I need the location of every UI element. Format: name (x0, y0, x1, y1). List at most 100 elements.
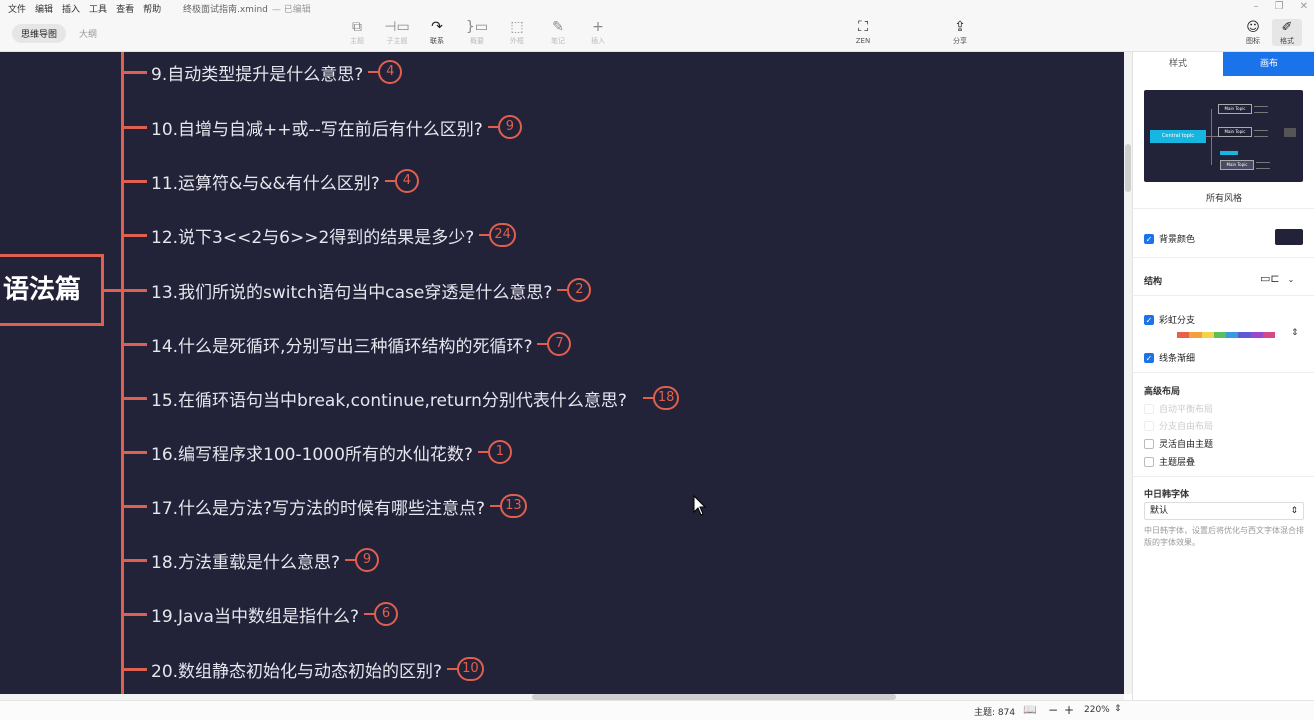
tab-style[interactable]: 样式 (1133, 52, 1223, 76)
close-icon[interactable]: ✕ (1300, 1, 1308, 12)
zoom-level[interactable]: 220% (1084, 705, 1110, 715)
vertical-scrollbar[interactable] (1124, 52, 1132, 694)
topic-node[interactable]: 20.数组静态初始化与动态初始的区别? 10 (121, 656, 484, 682)
branch-free-row: 分支自由布局 (1144, 419, 1213, 432)
tab-outline[interactable]: 大纲 (70, 24, 106, 43)
topic-count: 主题: 874 (974, 708, 1016, 718)
root-topic[interactable]: 语法篇 (0, 254, 104, 326)
topic-button[interactable]: ⧉ 主题 (339, 18, 375, 46)
count-connector (537, 343, 548, 345)
topic-connector (121, 179, 147, 183)
topic-node[interactable]: 13.我们所说的switch语句当中case穿透是什么意思? 2 (121, 277, 592, 303)
overlap-row[interactable]: 主题层叠 (1144, 455, 1195, 468)
mindmap-canvas[interactable]: 语法篇 9.自动类型提升是什么意思? 4 10.自增与自减++或--写在前后有什么… (0, 52, 1124, 694)
bg-color-row[interactable]: ✓ 背景颜色 (1144, 232, 1195, 245)
auto-balance-row: 自动平衡布局 (1144, 402, 1213, 415)
topic-node[interactable]: 18.方法重载是什么意思? 9 (121, 547, 380, 573)
collapse-count-badge[interactable]: 1 (487, 440, 512, 464)
tab-canvas[interactable]: 画布 (1223, 52, 1314, 76)
topic-node[interactable]: 14.什么是死循环,分别写出三种循环结构的死循环? 7 (121, 331, 572, 357)
topic-node[interactable]: 16.编写程序求100-1000所有的水仙花数? 1 (121, 439, 512, 465)
format-button[interactable]: ✐ 格式 (1272, 19, 1302, 46)
bg-color-checkbox[interactable]: ✓ (1144, 233, 1154, 244)
select-stepper-icon: ⇕ (1290, 506, 1298, 516)
topic-node[interactable]: 12.说下3<<2与6>>2得到的结果是多少? 24 (121, 222, 516, 248)
root-connector (103, 289, 123, 292)
topic-node[interactable]: 19.Java当中数组是指什么? 6 (121, 601, 398, 627)
topic-node[interactable]: 9.自动类型提升是什么意思? 4 (121, 59, 403, 85)
zen-button[interactable]: ⛶ ZEN (845, 18, 881, 46)
collapse-count-badge[interactable]: 13 (500, 494, 527, 518)
rainbow-palette[interactable] (1177, 332, 1275, 338)
flexible-float-row[interactable]: 灵活自由主题 (1144, 437, 1213, 450)
topic-text: 15.在循环语句当中break,continue,return分别代表什么意思? (151, 390, 627, 411)
topic-connector (121, 233, 147, 237)
rainbow-checkbox[interactable]: ✓ (1144, 314, 1154, 325)
menu-file[interactable]: 文件 (8, 2, 26, 15)
insert-button[interactable]: + 插入 (580, 18, 616, 46)
flexible-float-checkbox[interactable] (1144, 438, 1154, 449)
menu-edit[interactable]: 编辑 (35, 2, 53, 15)
file-name: 终极面试指南.xmind (183, 5, 268, 15)
topic-text: 19.Java当中数组是指什么? (151, 606, 359, 627)
bg-color-swatch[interactable] (1275, 229, 1303, 245)
all-styles-link[interactable]: 所有风格 (1133, 191, 1314, 204)
topic-node[interactable]: 11.运算符&与&&有什么区别? 4 (121, 168, 419, 194)
menu-help[interactable]: 帮助 (143, 2, 161, 15)
summary-button[interactable]: }▭ 概要 (459, 18, 495, 46)
preview-central-topic: Central topic (1150, 130, 1206, 143)
divider (1133, 372, 1314, 373)
collapse-count-badge[interactable]: 4 (394, 169, 419, 193)
cjk-font-select[interactable]: 默认 ⇕ (1144, 502, 1304, 520)
collapse-count-badge[interactable]: 7 (547, 332, 572, 356)
zoom-out-button[interactable]: − (1048, 703, 1058, 717)
share-button[interactable]: ⇪ 分享 (942, 18, 978, 46)
preview-line (1254, 106, 1268, 107)
line-taper-row[interactable]: ✓ 线条渐细 (1144, 351, 1195, 364)
menu-insert[interactable]: 插入 (62, 2, 80, 15)
cjk-font-value: 默认 (1150, 506, 1169, 516)
zoom-in-button[interactable]: + (1064, 703, 1074, 717)
collapse-count-badge[interactable]: 2 (567, 278, 592, 302)
count-connector (490, 505, 501, 507)
collapse-count-badge[interactable]: 24 (489, 223, 516, 247)
count-connector (557, 289, 568, 291)
line-taper-checkbox[interactable]: ✓ (1144, 352, 1154, 363)
subtopic-button[interactable]: ⊣▭ 子主题 (379, 18, 415, 46)
overlap-checkbox[interactable] (1144, 456, 1154, 467)
topic-connector (121, 70, 147, 74)
topic-node[interactable]: 10.自增与自减++或--写在前后有什么区别? 9 (121, 114, 522, 140)
menu-tools[interactable]: 工具 (89, 2, 107, 15)
note-button[interactable]: ✎ 笔记 (540, 18, 576, 46)
count-connector (363, 613, 374, 615)
theme-preview[interactable]: Central topic Main Topic Main Topic Main… (1144, 90, 1303, 182)
branch-free-label: 分支自由布局 (1159, 422, 1214, 432)
minimize-icon[interactable]: – (1254, 1, 1259, 12)
map-shot-icon[interactable]: 📖 (1023, 703, 1037, 716)
relationship-button[interactable]: ↷ 联系 (419, 18, 455, 46)
topic-node[interactable]: 15.在循环语句当中break,continue,return分别代表什么意思?… (121, 385, 680, 411)
collapse-count-badge[interactable]: 18 (652, 386, 680, 410)
collapse-count-badge[interactable]: 9 (497, 115, 522, 139)
rainbow-row[interactable]: ✓ 彩虹分支 (1144, 313, 1195, 326)
tab-mindmap[interactable]: 思维导图 (12, 24, 67, 43)
restore-icon[interactable]: ❐ (1275, 1, 1284, 12)
collapse-count-badge[interactable]: 10 (457, 657, 484, 681)
palette-stepper-icon[interactable]: ⇕ (1291, 328, 1299, 338)
boundary-button[interactable]: ⬚ 外框 (499, 18, 535, 46)
preview-line (1254, 136, 1268, 137)
count-connector (447, 668, 458, 670)
zoom-stepper-icon[interactable]: ⇕ (1114, 704, 1122, 714)
vertical-scroll-thumb[interactable] (1125, 144, 1131, 192)
collapse-count-badge[interactable]: 9 (355, 548, 380, 572)
sticker-button[interactable]: ☺ 图标 (1238, 19, 1268, 46)
topic-node[interactable]: 17.什么是方法?写方法的时候有哪些注意点? 13 (121, 493, 527, 519)
collapse-count-badge[interactable]: 4 (378, 60, 403, 84)
topic-text: 9.自动类型提升是什么意思? (151, 64, 364, 85)
collapse-count-badge[interactable]: 6 (373, 602, 398, 626)
structure-select[interactable]: ▭⊏ ⌄ (1260, 272, 1294, 285)
menu-view[interactable]: 查看 (116, 2, 134, 15)
divider (1133, 257, 1314, 258)
divider (1133, 476, 1314, 477)
advanced-layout-label: 高级布局 (1144, 387, 1181, 397)
